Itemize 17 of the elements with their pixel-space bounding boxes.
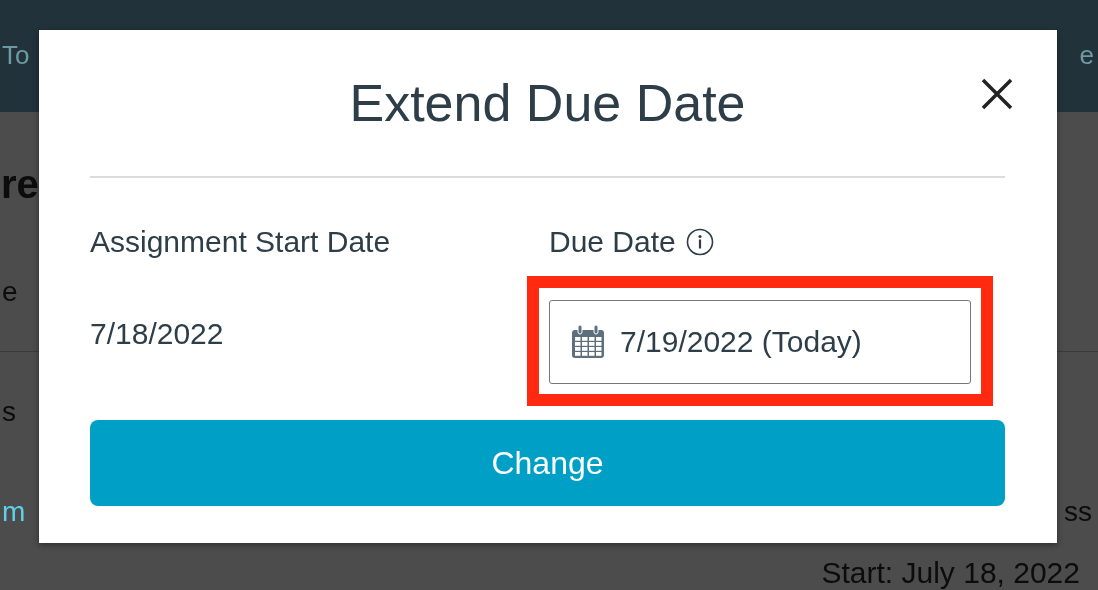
header-text: e xyxy=(1079,40,1094,72)
due-date-field[interactable]: 7/19/2022 (Today) xyxy=(549,300,971,384)
calendar-icon xyxy=(570,324,606,360)
info-icon[interactable] xyxy=(685,228,714,256)
background-text: ss xyxy=(1064,496,1092,529)
background-link[interactable]: m xyxy=(2,496,26,529)
start-date-value: 7/18/2022 xyxy=(90,317,225,351)
dialog-title: Extend Due Date xyxy=(349,73,746,133)
header-text: To xyxy=(2,40,30,72)
background-text: e xyxy=(2,275,18,308)
background-text: s xyxy=(2,396,16,429)
due-date-label: Due Date xyxy=(549,225,676,259)
due-date-value: 7/19/2022 (Today) xyxy=(620,325,862,359)
start-date-label: Assignment Start Date xyxy=(90,224,392,260)
change-button[interactable]: Change xyxy=(90,420,1005,506)
start-date-text: Start: July 18, 2022 xyxy=(821,556,1080,590)
page-heading: re xyxy=(1,161,40,208)
